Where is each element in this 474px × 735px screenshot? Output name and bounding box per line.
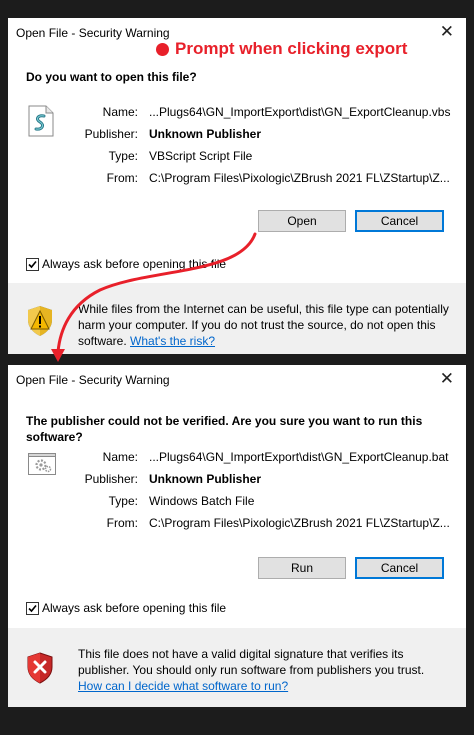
red-curved-arrow (51, 232, 257, 362)
